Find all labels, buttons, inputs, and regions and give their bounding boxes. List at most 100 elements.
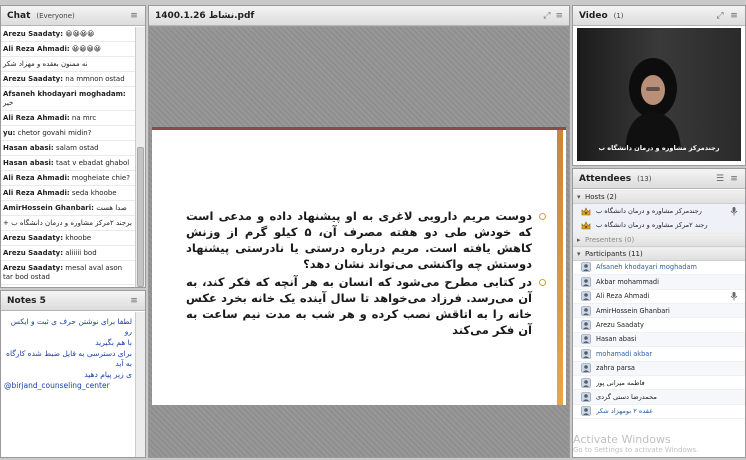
participant-row[interactable]: محمدرضا دستی گردی [573,390,745,405]
participant-row[interactable]: mohamadi akbar [573,347,745,362]
chat-sender: Ali Reza Ahmadi: [3,45,70,53]
adobe-connect-room: Chat (Everyone) ≡ Arezu Saadaty: 😀😀😀😀 Ali… [0,0,746,460]
chat-sender: Hasan abasi: [3,159,54,167]
hosts-group[interactable]: ▾ Hosts (2) [573,190,745,204]
menu-icon[interactable]: ≡ [729,174,739,184]
chat-message: Ali Reza Ahmadi: 😀😀😀😀 [1,42,135,57]
chat-text: 😀😀😀😀 [71,45,102,53]
participant-row[interactable]: Hasan abasi [573,332,745,348]
scrollbar-thumb[interactable] [137,147,144,287]
notes-scrollbar[interactable] [135,312,145,457]
participant-row[interactable]: Arezu Saadaty [573,318,745,333]
activate-windows-watermark: Activate Windows Go to Settings to activ… [573,433,741,454]
host-icon [581,220,591,230]
chat-title: Chat [7,10,31,21]
chat-message: Ali Reza Ahmadi: mogheiate chie? [1,171,135,186]
chat-message-list: Arezu Saadaty: 😀😀😀😀 Ali Reza Ahmadi: 😀😀😀😀… [1,27,135,287]
participant-row[interactable]: AmirHossein Ghanbari [573,303,745,319]
attendee-name: عقده ۲ بومهزاد شکر [596,407,654,416]
chat-text: صدا هست [96,204,127,212]
chat-message: yu: chetor govahi midin? [1,126,135,141]
chat-sender: Afsaneh khodayari moghadam: [3,90,126,98]
chat-sender: Arezu Saadaty: [3,264,64,272]
attendee-name: رجند ۲مرکز مشاوره و درمان دانشگاه ب [596,221,708,230]
participant-icon [581,320,591,330]
fullscreen-icon[interactable]: ⤢ [543,11,550,21]
watermark-subtitle: Go to Settings to activate Windows. [573,446,699,454]
presenters-label: Presenters (0) [585,235,635,244]
chat-pod: Chat (Everyone) ≡ Arezu Saadaty: 😀😀😀😀 Ali… [0,5,146,288]
fullscreen-icon[interactable]: ⤢ [715,11,725,21]
chat-sender: Arezu Saadaty: [3,249,64,257]
host-row[interactable]: رجندمرکز مشاوره و درمان دانشگاه ب [573,204,745,219]
chat-sender: Arezu Saadaty: [3,234,64,242]
notes-line: ی زیر پیام دهید [84,370,132,379]
attendee-name: رجندمرکز مشاوره و درمان دانشگاه ب [596,206,702,215]
attendee-name: AmirHossein Ghanbari [596,306,670,315]
document-viewer[interactable]: دوست مریم دارویی لاغری به او پیشنهاد داد… [149,27,569,457]
document-title: 1400.1.26 نشاط.pdf [155,10,255,21]
video-feed[interactable]: رجندمرکز مشاوره و درمان دانشگاه ب [577,28,741,161]
watermark-title: Activate Windows [573,433,671,446]
participant-icon [581,349,591,359]
chat-scrollbar[interactable] [135,27,145,287]
presenters-group[interactable]: ▸ Presenters (0) [573,232,745,247]
notes-pod-header: Notes 5 ≡ [1,291,145,311]
attendee-name: فاطمه میرانی پور [596,378,645,387]
participants-group[interactable]: ▾ Participants (11) [573,246,745,261]
chat-text: khoobe [65,234,92,242]
attendee-name: Ali Reza Ahmadi [596,292,650,301]
expand-triangle-icon: ▾ [577,193,581,201]
slide-decoration [557,130,563,405]
chat-text: na mrc [71,114,97,122]
chat-message: Afsaneh khodayari moghadam: خیر [1,87,135,111]
chat-scope[interactable]: (Everyone) [36,12,74,20]
slide-text: دوست مریم دارویی لاغری به او پیشنهاد داد… [186,208,546,340]
hosts-label: Hosts (2) [585,193,617,201]
chat-message: نه ممنون بعقده و مهزاد شکر [1,57,135,72]
video-caption: رجندمرکز مشاوره و درمان دانشگاه ب [598,144,720,152]
attendees-count: (13) [637,174,652,183]
chat-sender: Ali Reza Ahmadi: [3,174,70,182]
chat-text: taat v ebadat ghabol [55,159,130,167]
participant-icon [581,262,591,273]
attendees-pod: Attendees (13) ☰ ≡ ▾ Hosts (2) رجندمرکز … [572,168,746,458]
menu-icon[interactable]: ≡ [729,11,739,21]
participant-icon [581,392,591,402]
notes-title: Notes 5 [7,295,46,306]
participant-row[interactable]: Akbar mohammadi [573,275,745,290]
chat-message: Hasan abasi: taat v ebadat ghabol [1,156,135,171]
chat-text: chetor govahi midin? [17,129,92,137]
participant-row[interactable]: فاطمه میرانی پور [573,376,745,391]
participant-row[interactable]: عقده ۲ بومهزاد شکر [573,405,745,420]
attendee-name: Afsaneh khodayari moghadam [596,263,697,272]
notes-line: برای دسترسی به فایل ضبط شده کارگاه به آی… [6,349,132,368]
participant-row[interactable]: Ali Reza Ahmadi [573,290,745,304]
attendee-name: محمدرضا دستی گردی [596,392,657,401]
menu-icon[interactable]: ≡ [129,11,139,21]
chat-sender: Arezu Saadaty: [3,75,64,83]
host-row[interactable]: رجند ۲مرکز مشاوره و درمان دانشگاه ب [573,218,745,233]
participant-icon [581,377,591,388]
participant-row[interactable]: zahra parsa [573,361,745,376]
chat-message: Hasan abasi: salam ostad [1,141,135,156]
menu-icon[interactable]: ≡ [555,11,563,21]
share-pod-header: 1400.1.26 نشاط.pdf ⤢ ≡ [149,6,569,26]
microphone-icon [729,206,739,216]
participant-row[interactable]: Afsaneh khodayari moghadam [573,261,745,276]
menu-icon[interactable]: ≡ [129,296,139,306]
video-pod: Video (1) ⤢ ≡ رجندمرکز مشاوره و درمان دا… [572,5,746,166]
notes-line: با هم بگیرید [95,338,132,347]
notes-link[interactable]: @birjand_counseling_center [4,381,132,391]
notes-content[interactable]: لطفا برای نوشتن حرف ی ثبت و ایکس رو با ه… [1,312,135,457]
share-pod: 1400.1.26 نشاط.pdf ⤢ ≡ دوست مریم دارویی … [148,5,570,458]
chat-message: + برجند ۲مرکز مشاوره و درمان دانشگاه ب [1,216,135,231]
list-view-icon[interactable]: ☰ [715,174,725,184]
video-count: (1) [613,11,624,20]
attendee-name: Hasan abasi [596,335,637,344]
attendees-pod-header: Attendees (13) ☰ ≡ [573,169,745,189]
attendee-name: Arezu Saadaty [596,321,644,330]
chat-text: na mmnon ostad [65,75,125,83]
slide-bullet: در کتابی مطرح می‌شود که انسان به هر آنچه… [186,274,546,338]
attendees-title: Attendees [579,173,632,184]
